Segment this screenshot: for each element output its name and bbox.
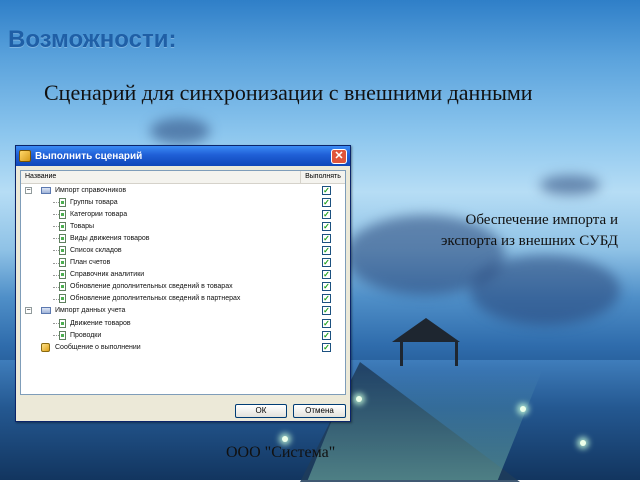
slide-heading: Возможности: bbox=[8, 26, 177, 53]
tree-row[interactable]: Обновление дополнительных сведений в тов… bbox=[21, 281, 345, 293]
footer-company: ООО "Система" bbox=[226, 444, 336, 461]
scenario-tree-grid[interactable]: Название Выполнять − Импорт справочников ✓… bbox=[20, 170, 346, 395]
tree-row[interactable]: Проводки ✓ bbox=[21, 329, 345, 341]
tree-row[interactable]: Обновление дополнительных сведений в пар… bbox=[21, 293, 345, 305]
tree-row-label: Обновление дополнительных сведений в пар… bbox=[70, 295, 241, 303]
execute-checkbox[interactable]: ✓ bbox=[322, 197, 331, 207]
tree-row-label: Список складов bbox=[70, 247, 122, 255]
tree-row-label: Движение товаров bbox=[70, 319, 131, 327]
tree-rows: − Импорт справочников ✓ Группы товара ✓ Катег… bbox=[21, 184, 345, 353]
document-icon bbox=[59, 221, 66, 231]
cloud bbox=[540, 175, 600, 195]
tree-row[interactable]: Справочник аналитики ✓ bbox=[21, 269, 345, 281]
execute-checkbox[interactable]: ✓ bbox=[322, 209, 331, 219]
tree-row[interactable]: Категории товара ✓ bbox=[21, 208, 345, 220]
cloud bbox=[470, 255, 620, 325]
folder-icon bbox=[41, 307, 51, 315]
collapse-toggle-icon[interactable]: − bbox=[25, 186, 32, 194]
message-icon bbox=[41, 342, 50, 352]
app-icon bbox=[19, 150, 31, 162]
tree-row-label: Импорт данных учета bbox=[55, 307, 126, 315]
grid-header: Название Выполнять bbox=[21, 171, 345, 184]
execute-checkbox[interactable]: ✓ bbox=[322, 318, 331, 328]
pier-light bbox=[520, 406, 526, 412]
close-button[interactable]: ✕ bbox=[331, 148, 347, 164]
execute-checkbox[interactable]: ✓ bbox=[322, 246, 331, 256]
document-icon bbox=[59, 246, 66, 256]
document-icon bbox=[59, 270, 66, 280]
tree-row[interactable]: План счетов ✓ bbox=[21, 257, 345, 269]
tree-row[interactable]: Виды движения товаров ✓ bbox=[21, 232, 345, 244]
document-icon bbox=[59, 233, 66, 243]
execute-checkbox[interactable]: ✓ bbox=[322, 258, 331, 268]
tree-row-label: План счетов bbox=[70, 259, 111, 267]
tree-row-label: Товары bbox=[70, 222, 95, 230]
cancel-button[interactable]: Отмена bbox=[293, 404, 346, 418]
document-icon bbox=[59, 330, 66, 340]
tree-row[interactable]: Группы товара ✓ bbox=[21, 196, 345, 208]
side-note-line: экспорта из внешних СУБД bbox=[440, 233, 618, 249]
tree-row-label: Категории товара bbox=[70, 210, 128, 218]
pier-light bbox=[580, 440, 586, 446]
execute-checkbox[interactable]: ✓ bbox=[322, 282, 331, 292]
tree-row-label: Сообщение о выполнении bbox=[55, 343, 141, 351]
execute-checkbox[interactable]: ✓ bbox=[322, 294, 331, 304]
execute-checkbox[interactable]: ✓ bbox=[322, 306, 331, 316]
pier-light bbox=[356, 396, 362, 402]
folder-icon bbox=[41, 186, 51, 194]
tree-row[interactable]: Сообщение о выполнении ✓ bbox=[21, 341, 345, 353]
side-note: Обеспечение импорта и экспорта из внешни… bbox=[404, 210, 618, 252]
tree-row[interactable]: Товары ✓ bbox=[21, 220, 345, 232]
column-header-execute[interactable]: Выполнять bbox=[301, 171, 345, 183]
hut-base bbox=[400, 342, 458, 366]
execute-checkbox[interactable]: ✓ bbox=[322, 270, 331, 280]
run-scenario-dialog: Выполнить сценарий ✕ Название Выполнять … bbox=[15, 145, 351, 422]
tree-row[interactable]: Список складов ✓ bbox=[21, 244, 345, 256]
ok-button[interactable]: ОК bbox=[235, 404, 287, 418]
tree-row-label: Виды движения товаров bbox=[70, 234, 150, 242]
document-icon bbox=[59, 282, 66, 292]
execute-checkbox[interactable]: ✓ bbox=[322, 185, 331, 195]
dialog-title: Выполнить сценарий bbox=[35, 150, 143, 162]
column-header-name[interactable]: Название bbox=[21, 171, 301, 183]
tree-row[interactable]: Движение товаров ✓ bbox=[21, 317, 345, 329]
document-icon bbox=[59, 294, 66, 304]
execute-checkbox[interactable]: ✓ bbox=[322, 342, 331, 352]
tree-row-label: Группы товара bbox=[70, 198, 118, 206]
execute-checkbox[interactable]: ✓ bbox=[322, 233, 331, 243]
hut-roof bbox=[392, 318, 460, 342]
document-icon bbox=[59, 209, 66, 219]
tree-row-label: Обновление дополнительных сведений в тов… bbox=[70, 283, 233, 291]
pier-light bbox=[282, 436, 288, 442]
tree-row[interactable]: − Импорт справочников ✓ bbox=[21, 184, 345, 196]
document-icon bbox=[59, 318, 66, 328]
tree-row-label: Проводки bbox=[70, 331, 102, 339]
document-icon bbox=[59, 258, 66, 268]
cloud bbox=[150, 118, 210, 144]
dialog-titlebar[interactable]: Выполнить сценарий ✕ bbox=[16, 146, 350, 166]
slide-subheading: Сценарий для синхронизации с внешними да… bbox=[44, 80, 533, 105]
collapse-toggle-icon[interactable]: − bbox=[25, 307, 32, 315]
tree-row-label: Импорт справочников bbox=[55, 186, 127, 194]
tree-row-label: Справочник аналитики bbox=[70, 271, 145, 279]
document-icon bbox=[59, 197, 66, 207]
tree-row[interactable]: − Импорт данных учета ✓ bbox=[21, 305, 345, 317]
execute-checkbox[interactable]: ✓ bbox=[322, 330, 331, 340]
side-note-line: Обеспечение импорта и bbox=[465, 212, 618, 228]
execute-checkbox[interactable]: ✓ bbox=[322, 221, 331, 231]
